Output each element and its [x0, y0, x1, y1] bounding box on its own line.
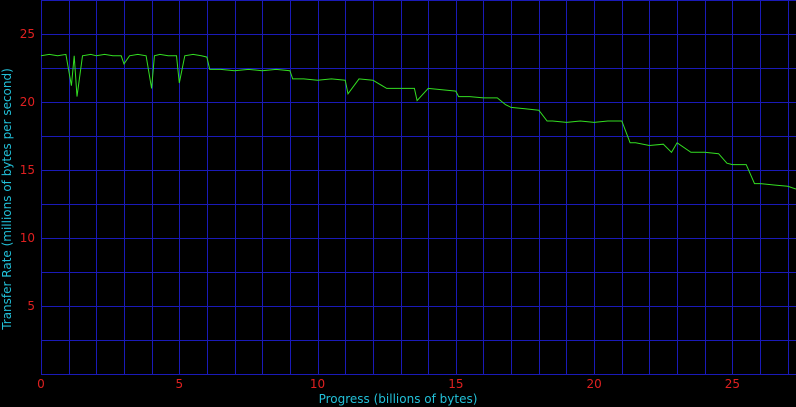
- x-tick-label: 25: [725, 377, 740, 391]
- y-tick-label: 20: [20, 95, 35, 109]
- plot-background: [0, 0, 796, 407]
- y-tick-label: 5: [27, 299, 35, 313]
- y-tick-label: 25: [20, 27, 35, 41]
- x-axis-title: Progress (billions of bytes): [319, 392, 478, 406]
- x-tick-label: 0: [37, 377, 45, 391]
- y-tick-label: 10: [20, 231, 35, 245]
- y-tick-label: 15: [20, 163, 35, 177]
- x-tick-label: 5: [175, 377, 183, 391]
- x-tick-label: 15: [448, 377, 463, 391]
- x-tick-label: 10: [310, 377, 325, 391]
- y-axis-title: Transfer Rate (millions of bytes per sec…: [0, 68, 14, 331]
- x-tick-label: 20: [586, 377, 601, 391]
- transfer-rate-chart: 0 5 10 15 20 25 5 10 15 20 25 Progress (billions o…: [0, 0, 796, 407]
